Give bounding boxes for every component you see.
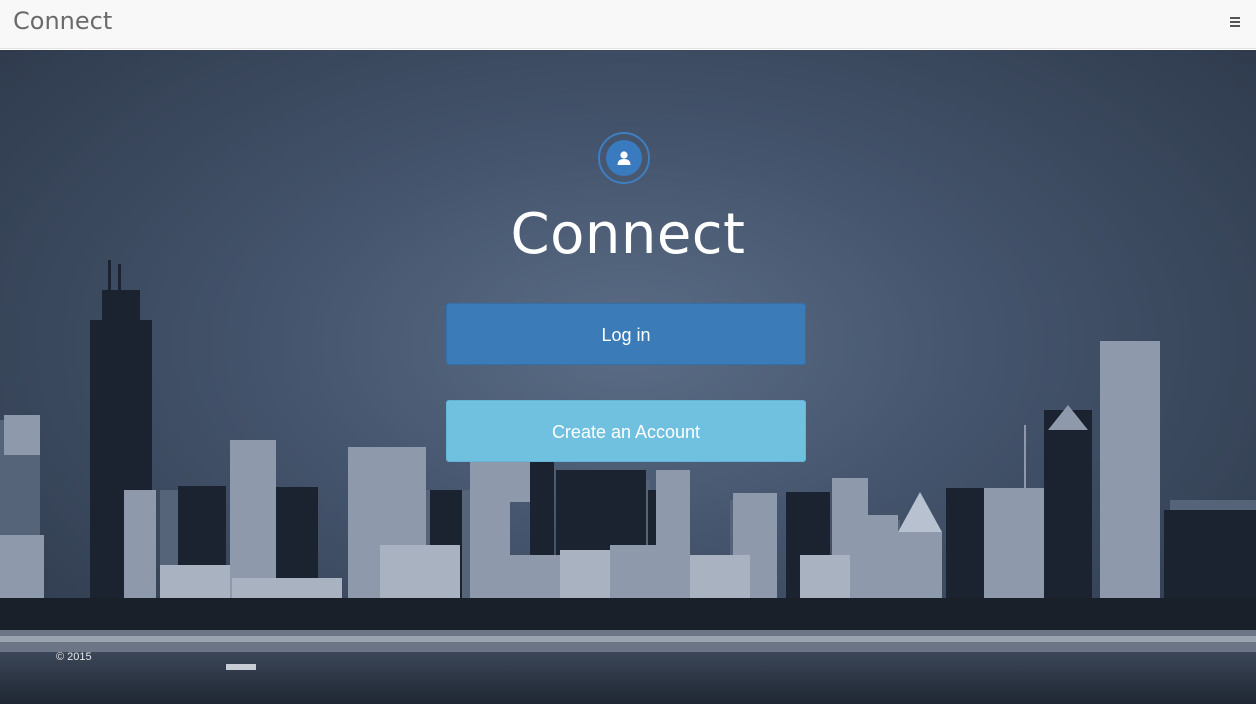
hero-title: Connect	[510, 202, 746, 267]
avatar-badge	[598, 132, 650, 184]
top-navbar: Connect	[0, 0, 1256, 49]
login-button[interactable]: Log in	[446, 303, 806, 365]
user-icon	[606, 140, 642, 176]
brand-link[interactable]: Connect	[13, 7, 112, 35]
create-account-button[interactable]: Create an Account	[446, 400, 806, 462]
hamburger-menu-icon[interactable]	[1230, 15, 1244, 31]
copyright-text: © 2015	[56, 651, 92, 663]
hero-section: Connect Log in Create an Account © 2015	[0, 50, 1256, 704]
